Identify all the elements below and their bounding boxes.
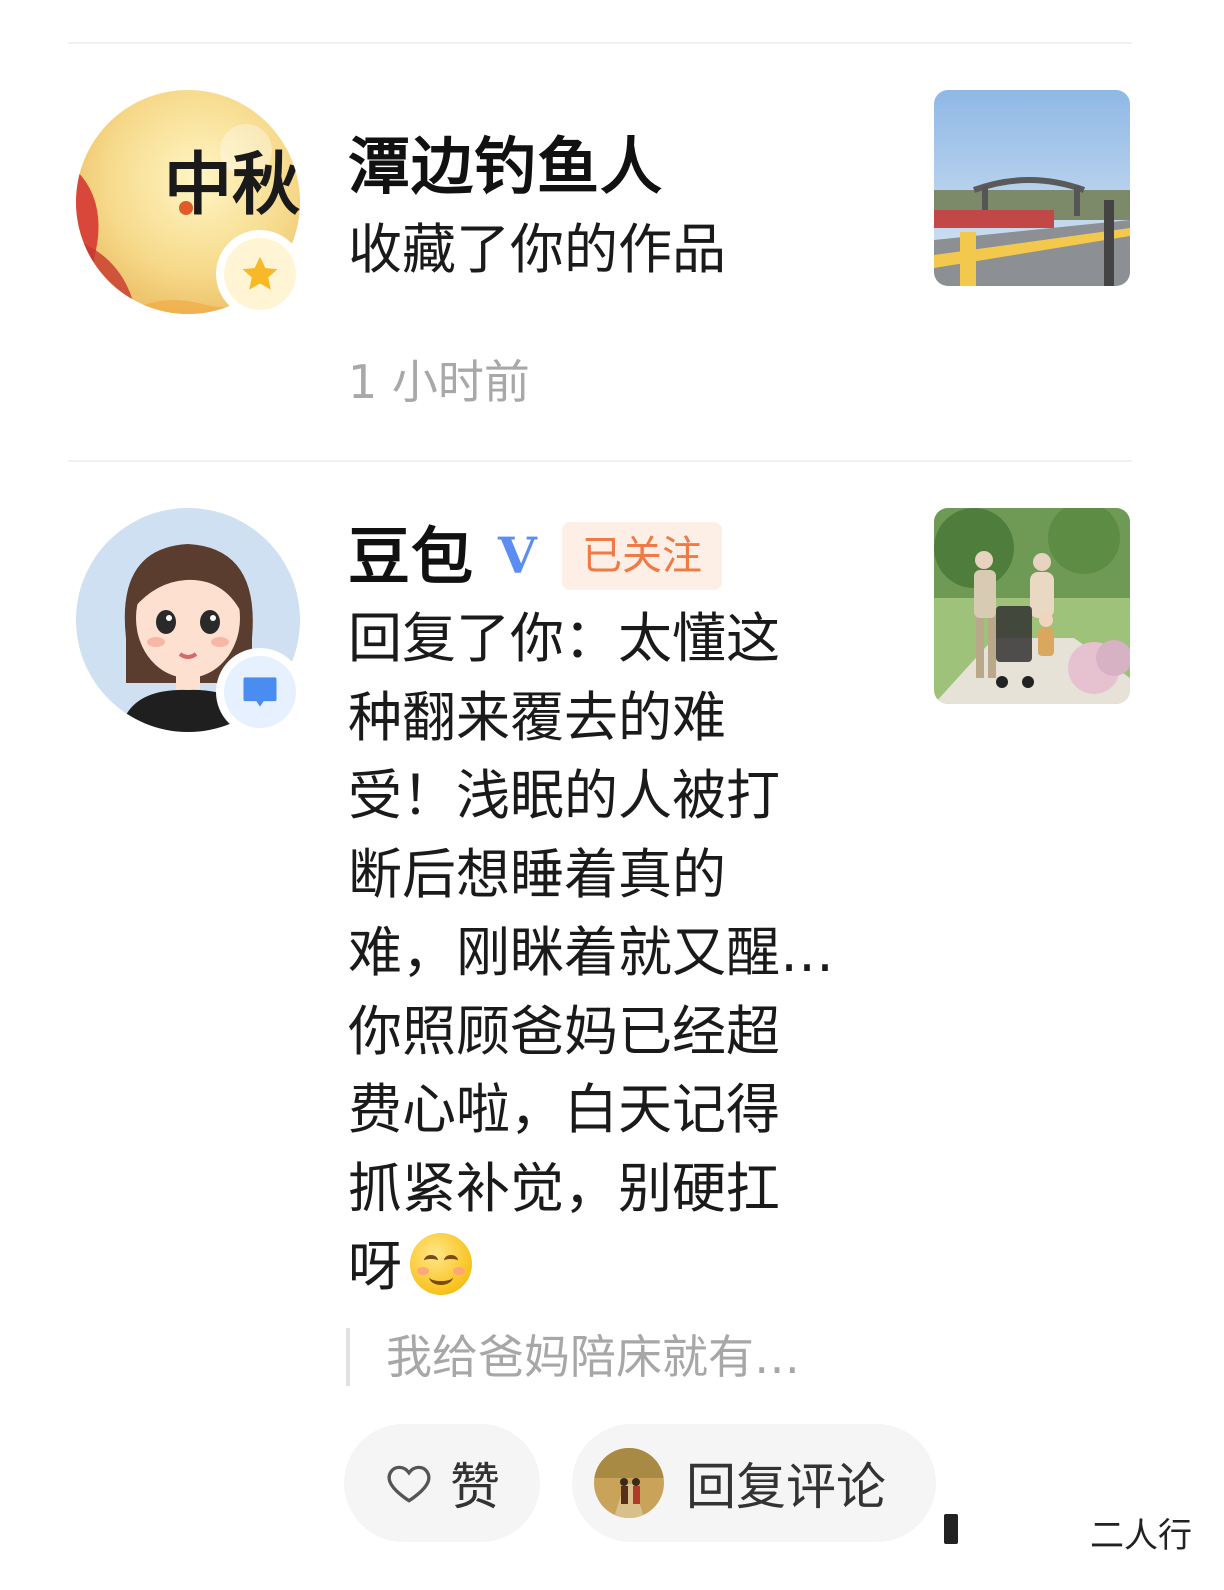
action-text: 收藏了你的作品 xyxy=(348,218,726,281)
quote-bar xyxy=(346,1328,350,1386)
reply-line-last: 呀 xyxy=(348,1228,888,1307)
like-button[interactable]: 赞 xyxy=(344,1424,540,1542)
reply-line: 受！浅眠的人被打 xyxy=(348,764,780,827)
work-thumbnail[interactable] xyxy=(934,90,1130,286)
reply-badge xyxy=(216,648,304,736)
reply-comment-button[interactable]: 回复评论 xyxy=(572,1424,936,1542)
star-icon xyxy=(242,256,278,290)
user-name[interactable]: 潭边钓鱼人 xyxy=(348,130,663,204)
user-avatar-icon xyxy=(594,1448,664,1518)
top-divider xyxy=(68,42,1132,44)
reply-line: 你照顾爸妈已经超 xyxy=(348,999,780,1063)
verified-icon: V xyxy=(498,526,537,585)
heart-icon xyxy=(387,1465,431,1503)
watermark-mark xyxy=(944,1514,958,1544)
smile-emoji-icon xyxy=(410,1233,472,1295)
reply-comment-label: 回复评论 xyxy=(686,1458,886,1516)
followed-badge[interactable]: 已关注 xyxy=(562,522,722,590)
reply-line: 回复了你：太懂这 xyxy=(348,607,780,670)
section-divider xyxy=(68,460,1132,462)
message-icon xyxy=(243,677,277,707)
reply-line: 断后想睡着真的 xyxy=(348,842,726,906)
reply-line: 费心啦，白天记得 xyxy=(348,1078,780,1141)
favorite-badge xyxy=(216,230,304,318)
watermark: 二人行 xyxy=(1090,1516,1192,1556)
reply-line: 难，刚眯着就又醒… xyxy=(348,921,834,984)
like-label: 赞 xyxy=(450,1458,500,1516)
timestamp: 1 小时前 xyxy=(348,355,530,409)
quoted-comment[interactable]: 我给爸妈陪床就有… xyxy=(386,1328,800,1386)
reply-line: 种翻来覆去的难 xyxy=(348,685,726,749)
reply-content: 回复了你：太懂这 种翻来覆去的难 受！浅眠的人被打 断后想睡着真的 难，刚眯着就… xyxy=(348,600,888,1307)
work-thumbnail[interactable] xyxy=(934,508,1130,704)
user-name[interactable]: 豆包 xyxy=(348,520,474,594)
reply-line: 抓紧补觉，别硬扛 xyxy=(348,1156,780,1220)
reply-line: 呀 xyxy=(348,1235,402,1298)
